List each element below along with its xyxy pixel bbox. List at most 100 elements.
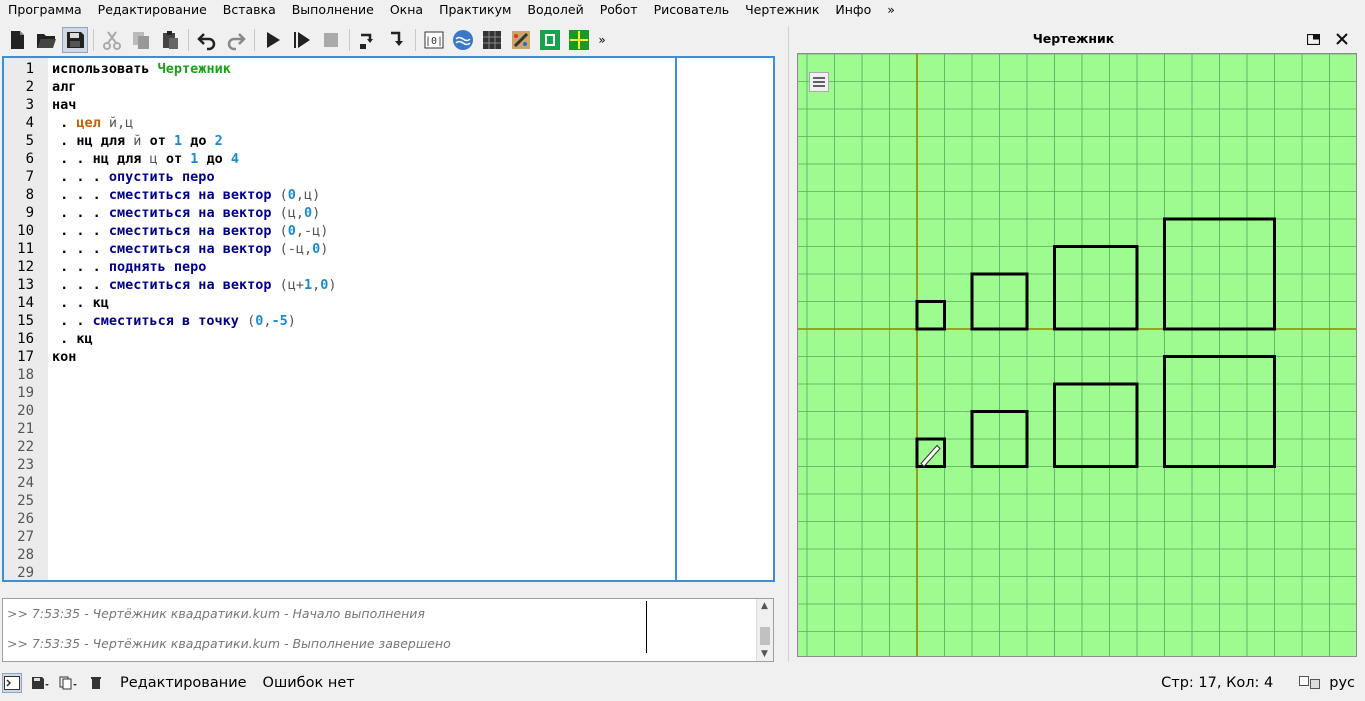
copy-button[interactable]	[128, 27, 154, 53]
toolbar-separator	[93, 29, 94, 51]
menu-item[interactable]: Программа	[0, 0, 90, 20]
code-line[interactable]: 9 . . . сместиться на вектор (ц,0)	[4, 204, 674, 222]
step-over-button[interactable]	[355, 27, 381, 53]
menu-item[interactable]: Выполнение	[284, 0, 382, 20]
menu-item[interactable]: Редактирование	[90, 0, 215, 20]
save-icon	[67, 32, 84, 48]
scroll-up-icon[interactable]: ▲	[761, 601, 768, 611]
code-line[interactable]: 22	[4, 438, 674, 456]
toolbar-more-button[interactable]: »	[595, 27, 609, 53]
water-window-button[interactable]	[450, 27, 476, 53]
code-line[interactable]: 18	[4, 366, 674, 384]
code-line[interactable]: 23	[4, 456, 674, 474]
code-line[interactable]: 21	[4, 420, 674, 438]
code-line[interactable]: 25	[4, 492, 674, 510]
code-line[interactable]: 11 . . . сместиться на вектор (-ц,0)	[4, 240, 674, 258]
code-editor[interactable]: 1 использовать Чертежник 2 алг 3 нач 4 . цел й…	[2, 56, 775, 582]
drawer-window-button[interactable]	[566, 27, 592, 53]
menu-item[interactable]: Рисователь	[646, 0, 738, 20]
cut-button[interactable]	[99, 27, 125, 53]
menu-item[interactable]: Вставка	[215, 0, 284, 20]
code-line[interactable]: 26	[4, 510, 674, 528]
line-number: 17	[17, 349, 34, 365]
scroll-down-icon[interactable]: ▼	[761, 649, 768, 659]
code-token: кон	[52, 349, 77, 365]
save-output-button[interactable]	[30, 673, 50, 693]
grid-window-button[interactable]	[479, 27, 505, 53]
code-line[interactable]: 16 . кц	[4, 330, 674, 348]
code-line[interactable]: 5 . нц для й от 1 до 2	[4, 132, 674, 150]
code-token: . . .	[52, 205, 109, 221]
code-line[interactable]: 1 использовать Чертежник	[4, 60, 674, 78]
status-mode: Редактирование	[120, 675, 247, 691]
code-line[interactable]: 29	[4, 564, 674, 580]
code-token: (	[279, 187, 288, 203]
console-scrollbar[interactable]: ▲ ▼	[756, 599, 773, 661]
code-token: )	[328, 277, 337, 293]
code-line[interactable]: 10 . . . сместиться на вектор (0,-ц)	[4, 222, 674, 240]
module-window-button[interactable]	[537, 27, 563, 53]
menu-item[interactable]: Робот	[592, 0, 646, 20]
keyboard-language[interactable]: рус	[1329, 675, 1355, 691]
stop-button[interactable]	[318, 27, 344, 53]
code-line[interactable]: 6 . . нц для ц от 1 до 4	[4, 150, 674, 168]
code-line[interactable]: 13 . . . сместиться на вектор (ц+1,0)	[4, 276, 674, 294]
paste-button[interactable]	[157, 27, 183, 53]
cursor-position: Стр: 17, Кол: 4	[1161, 675, 1274, 691]
toolbar: |0| »	[0, 24, 785, 56]
copy-output-button[interactable]	[58, 673, 78, 693]
save-file-button[interactable]	[62, 27, 88, 53]
drawer-menu-button[interactable]	[809, 72, 829, 92]
code-token: цел	[76, 115, 109, 131]
menu-item[interactable]: Инфо	[827, 0, 879, 20]
menu-item[interactable]: Водолей	[519, 0, 591, 20]
code-token: . . .	[52, 223, 109, 239]
step-into-button[interactable]	[384, 27, 410, 53]
code-token: до	[206, 151, 231, 167]
code-line[interactable]: 28	[4, 546, 674, 564]
clear-output-button[interactable]	[86, 673, 106, 693]
code-line[interactable]: 4 . цел й,ц	[4, 114, 674, 132]
code-line[interactable]: 8 . . . сместиться на вектор (0,ц)	[4, 186, 674, 204]
new-file-button[interactable]	[4, 27, 30, 53]
drawer-canvas[interactable]	[797, 53, 1357, 657]
save-output-icon	[32, 677, 49, 689]
run-button[interactable]	[260, 27, 286, 53]
code-line[interactable]: 17 кон	[4, 348, 674, 366]
code-line[interactable]: 24	[4, 474, 674, 492]
code-line[interactable]: 7 . . . опустить перо	[4, 168, 674, 186]
code-line[interactable]: 2 алг	[4, 78, 674, 96]
drawer-grid[interactable]	[798, 54, 1356, 656]
open-file-button[interactable]	[33, 27, 59, 53]
line-number: 26	[17, 511, 34, 527]
code-token: (ц,	[279, 205, 304, 221]
painter-window-button[interactable]	[508, 27, 534, 53]
menu-item[interactable]: Практикум	[431, 0, 519, 20]
code-token: сместиться на вектор	[108, 223, 280, 239]
menu-bar: Программа Редактирование Вставка Выполнение…	[0, 0, 895, 20]
undo-button[interactable]	[194, 27, 220, 53]
code-line[interactable]: 3 нач	[4, 96, 674, 114]
robot-window-button[interactable]: |0|	[421, 27, 447, 53]
code-line[interactable]: 12 . . . поднять перо	[4, 258, 674, 276]
menu-more[interactable]: »	[879, 0, 903, 20]
undock-button[interactable]	[1304, 30, 1322, 48]
scroll-thumb[interactable]	[760, 627, 770, 645]
code-line[interactable]: 20	[4, 402, 674, 420]
step-over-icon	[360, 33, 373, 49]
terminal-toggle-button[interactable]	[2, 673, 22, 693]
editor-margin-divider[interactable]	[675, 58, 677, 580]
code-token: нц для	[76, 133, 134, 149]
redo-button[interactable]	[223, 27, 249, 53]
code-line[interactable]: 19	[4, 384, 674, 402]
step-run-button[interactable]	[289, 27, 315, 53]
output-console[interactable]: >> 7:53:35 - Чертёжник квадратики.kum - …	[2, 598, 774, 662]
code-line[interactable]: 14 . . кц	[4, 294, 674, 312]
code-line[interactable]: 27	[4, 528, 674, 546]
menu-item[interactable]: Окна	[382, 0, 431, 20]
code-token: -5	[271, 313, 288, 329]
menu-item[interactable]: Чертежник	[737, 0, 827, 20]
code-line[interactable]: 15 . . сместиться в точку (0,-5)	[4, 312, 674, 330]
copy-output-icon	[59, 676, 77, 690]
close-drawer-button[interactable]	[1333, 30, 1351, 48]
